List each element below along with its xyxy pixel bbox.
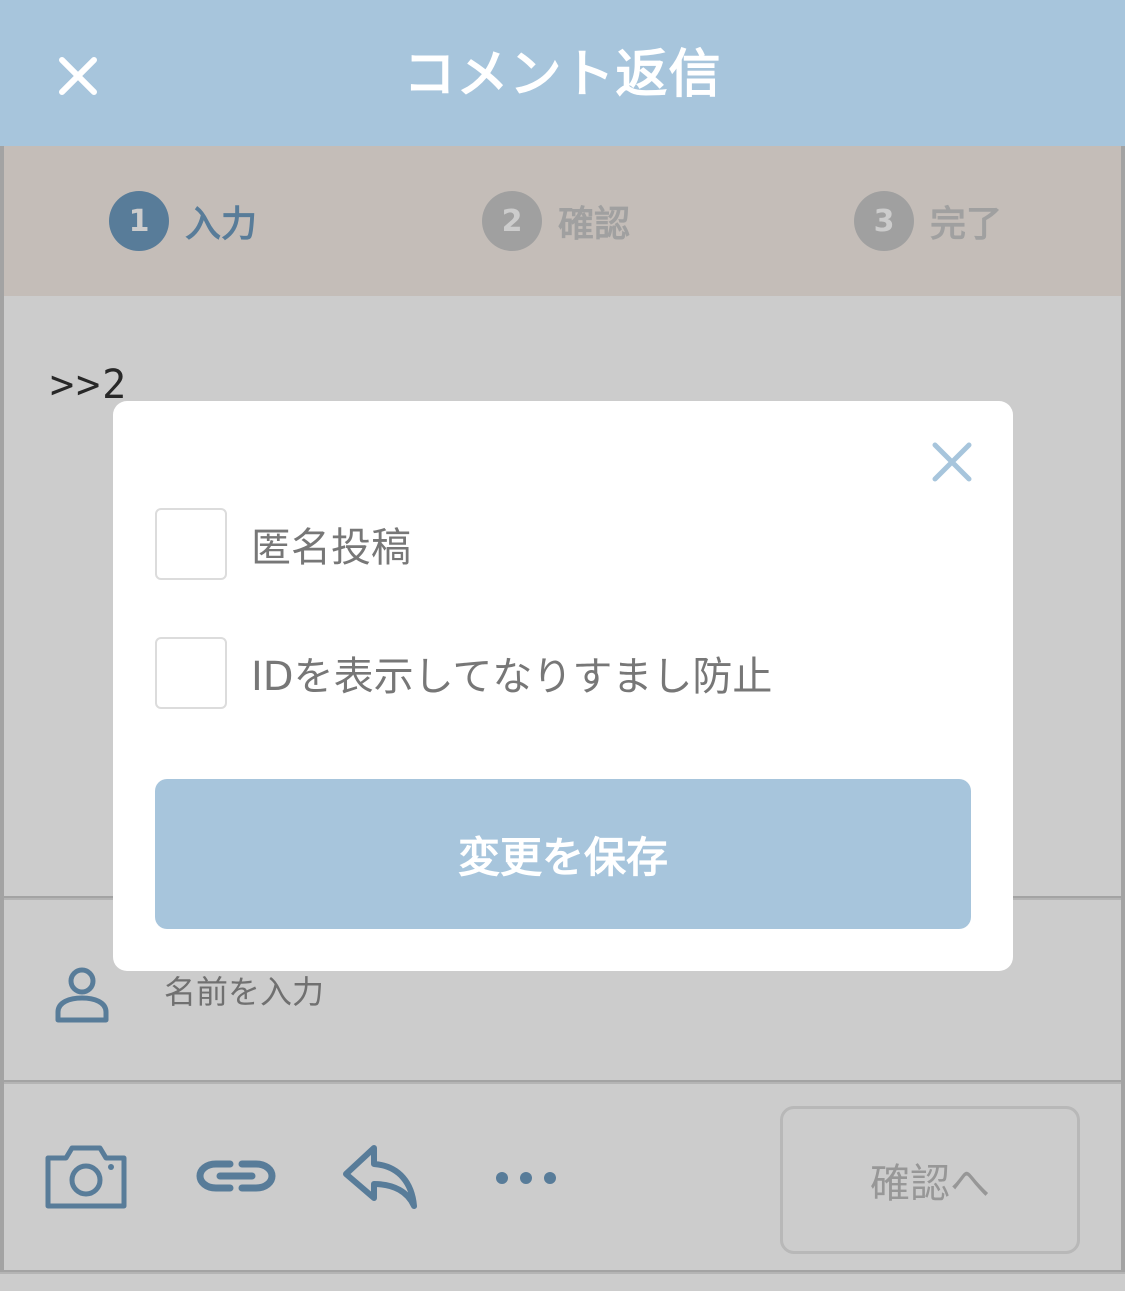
anonymous-checkbox[interactable]: [155, 508, 227, 580]
close-icon[interactable]: [931, 441, 973, 483]
anonymous-option[interactable]: 匿名投稿: [155, 508, 411, 580]
show-id-label: IDを表示してなりすまし防止: [251, 654, 773, 700]
show-id-checkbox[interactable]: [155, 637, 227, 709]
page-title: コメント返信: [403, 45, 722, 105]
anonymous-label: 匿名投稿: [251, 525, 411, 571]
header-bar: コメント返信: [0, 0, 1125, 146]
post-options-modal: 匿名投稿 IDを表示してなりすまし防止 変更を保存: [113, 401, 1013, 971]
save-changes-button[interactable]: 変更を保存: [155, 779, 971, 929]
show-id-option[interactable]: IDを表示してなりすまし防止: [155, 637, 772, 709]
